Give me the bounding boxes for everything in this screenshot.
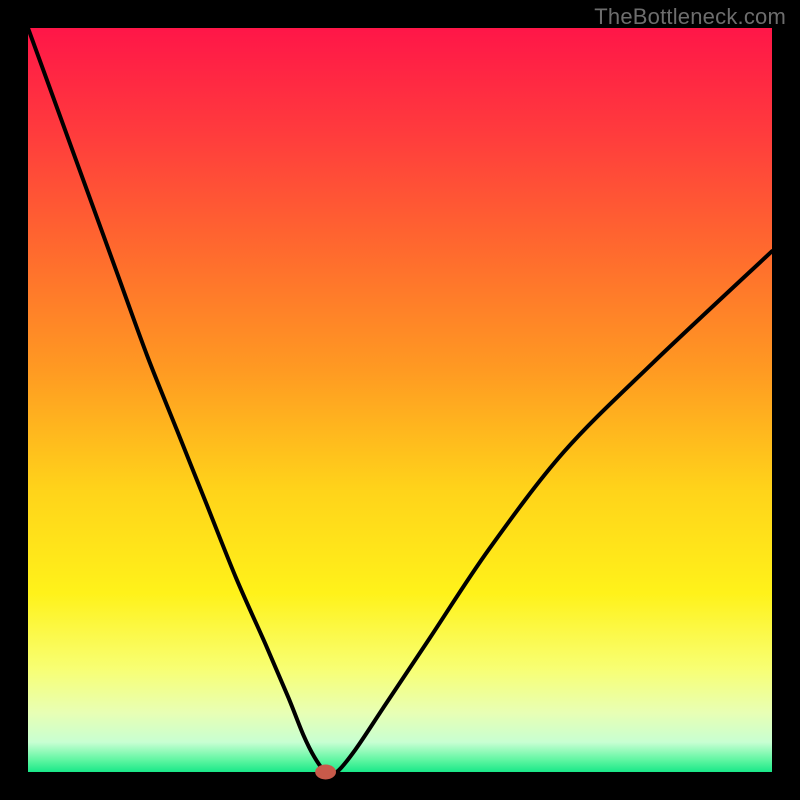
chart-stage (0, 0, 800, 800)
minimum-marker-icon (315, 765, 336, 780)
bottleneck-chart (0, 0, 800, 800)
watermark-text: TheBottleneck.com (594, 4, 786, 30)
plot-background (28, 28, 772, 772)
